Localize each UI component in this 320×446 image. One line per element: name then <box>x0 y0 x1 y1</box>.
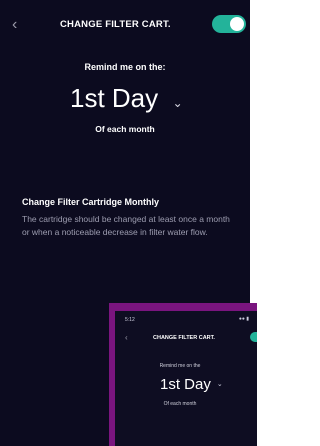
preview-day-dropdown: 1st Day ⌄ <box>160 375 223 395</box>
info-description: The cartridge should be changed at least… <box>22 214 230 237</box>
page-title: CHANGE FILTER CART. <box>60 19 171 30</box>
each-month-label: Of each month <box>95 124 155 134</box>
chevron-down-icon: ⌄ <box>216 381 223 389</box>
day-dropdown[interactable]: 1st Day ⌄ <box>70 80 183 116</box>
preview-title: CHANGE FILTER CART. <box>153 335 215 341</box>
preview-screen: 5:12 ●● ▮ ‹ CHANGE FILTER CART. Remind m… <box>115 311 257 446</box>
chevron-left-icon: ‹ <box>125 333 128 342</box>
preview-remind-label: Remind me on the <box>159 363 201 369</box>
remind-label: Remind me on the: <box>84 62 166 72</box>
preview-day-value: 1st Day <box>160 376 211 393</box>
preview-each-month-label: Of each month <box>163 401 197 407</box>
chevron-left-icon[interactable]: ‹ <box>12 16 26 34</box>
toggle-knob <box>230 17 244 31</box>
preview-inset: 5:12 ●● ▮ ‹ CHANGE FILTER CART. Remind m… <box>109 303 257 446</box>
status-icons: ●● ▮ <box>238 316 249 322</box>
preview-toggle <box>250 332 257 342</box>
chevron-down-icon: ⌄ <box>172 95 183 110</box>
reminder-toggle[interactable] <box>212 15 246 33</box>
info-title: Change Filter Cartridge Monthly <box>22 197 160 207</box>
day-value: 1st Day <box>70 83 159 113</box>
status-time: 5:12 <box>125 317 135 323</box>
